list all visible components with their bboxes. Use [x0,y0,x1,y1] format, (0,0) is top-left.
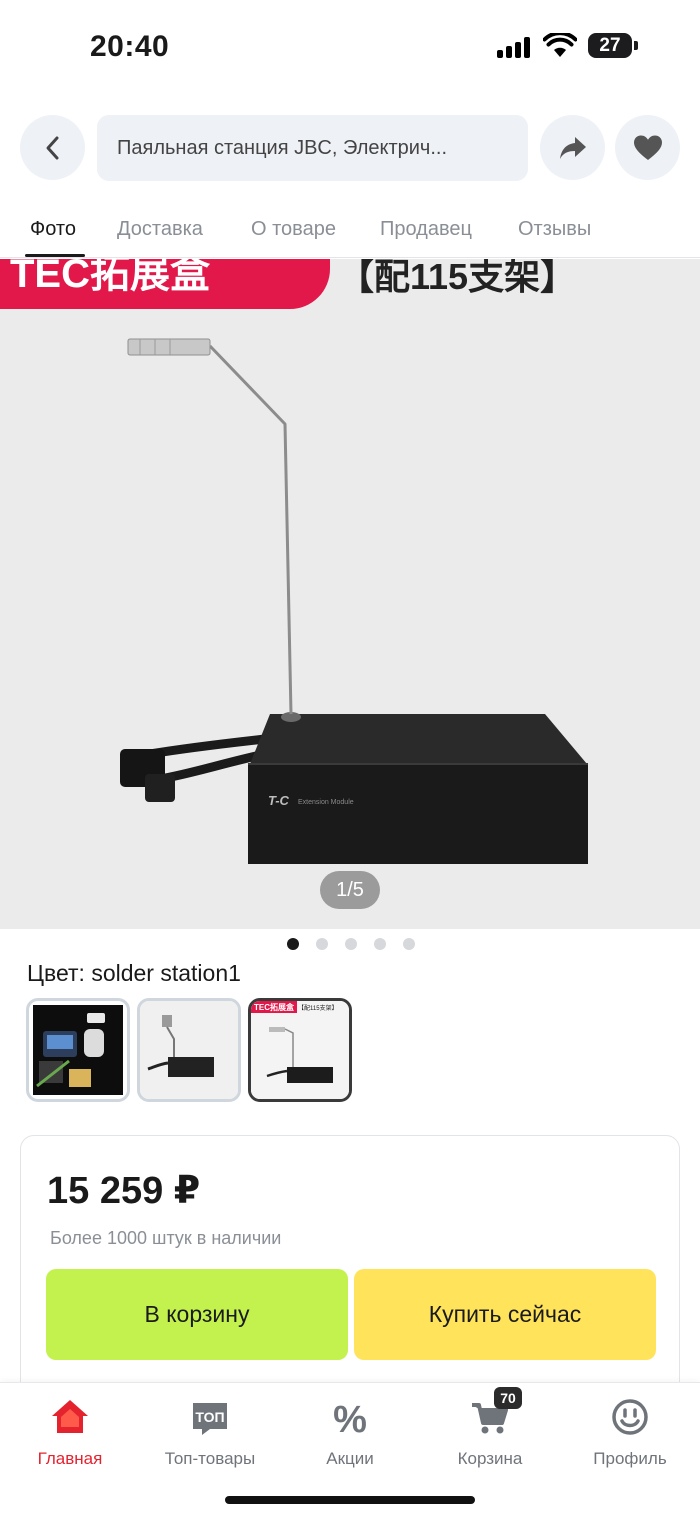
carousel-dot[interactable] [287,938,299,950]
top-nav: Паяльная станция JBC, Электрич... [0,115,700,183]
nav-label: Профиль [593,1449,667,1468]
percent-icon-text: % [333,1399,367,1437]
cart-count-badge: 70 [494,1387,522,1409]
section-tabs: Фото Доставка О товаре Продавец Отзывы [0,210,700,258]
nav-label: Корзина [457,1449,523,1468]
tab-about[interactable]: О товаре [251,218,336,241]
nav-top-products[interactable]: ТОП Топ-товары [140,1397,280,1469]
carousel-dot[interactable] [345,938,357,950]
color-option-2[interactable] [137,998,241,1102]
tab-photo[interactable]: Фото [30,218,76,241]
thumbnail-banner-text: 【配115支架】 [298,1004,338,1012]
brand-mark: T-C [268,793,290,808]
nav-home[interactable]: Главная [0,1397,140,1469]
top-icon: ТОП [190,1397,230,1437]
share-button[interactable] [540,115,605,180]
product-photo: T-C Extension Module [120,338,588,864]
signal-icon [497,36,533,58]
home-icon [50,1397,90,1437]
home-indicator [225,1496,475,1504]
wifi-icon [543,33,577,57]
nav-cart[interactable]: 70 Корзина [420,1387,560,1469]
thumbnail-banner-red: TEC拓展盒 [254,1002,295,1012]
nav-label: Акции [326,1449,374,1468]
nav-label: Главная [37,1449,103,1468]
price-card: 15 259 ₽ Более 1000 штук в наличии В кор… [20,1135,680,1395]
chevron-left-icon [46,136,58,159]
status-time: 20:40 [90,30,170,63]
device-label: Extension Module [298,799,354,806]
color-option-1[interactable] [26,998,130,1102]
carousel-dot[interactable] [403,938,415,950]
buy-now-button[interactable]: Купить сейчас [354,1269,656,1360]
top-icon-text: ТОП [195,1409,224,1425]
carousel-dot[interactable] [374,938,386,950]
product-image-carousel[interactable]: TEC拓展盒 【配115支架】 T-C Extension Module 1/5 [0,259,700,929]
tab-delivery[interactable]: Доставка [117,218,203,241]
thumbnail-image [33,1005,123,1095]
favorite-button[interactable] [615,115,680,180]
battery-indicator: 27 [588,33,632,58]
image-counter: 1/5 [320,871,380,909]
smile-icon [610,1397,650,1437]
active-tab-indicator [25,254,85,257]
nav-profile[interactable]: Профиль [560,1397,700,1469]
heart-icon [633,135,662,160]
back-button[interactable] [20,115,85,180]
carousel-dots [0,937,700,951]
price: 15 259 ₽ [47,1170,201,1212]
battery-cap [634,41,638,50]
nav-promotions[interactable]: % Акции [280,1397,420,1469]
percent-icon: % [330,1397,370,1441]
add-to-cart-button[interactable]: В корзину [46,1269,348,1360]
thumbnail-image: TEC拓展盒 【配115支架】 [251,1001,349,1099]
status-bar: 20:40 27 [0,0,700,95]
share-arrow-icon [559,136,586,159]
color-label: Цвет: solder station1 [27,960,241,986]
thumbnail-image [140,1001,238,1099]
color-option-3[interactable]: TEC拓展盒 【配115支架】 [248,998,352,1102]
cart-icon: 70 [470,1387,522,1437]
nav-label: Топ-товары [164,1449,256,1468]
stock-status: Более 1000 штук в наличии [50,1228,282,1248]
tab-seller[interactable]: Продавец [380,218,472,241]
tab-reviews[interactable]: Отзывы [518,218,591,241]
carousel-dot[interactable] [316,938,328,950]
search-field[interactable]: Паяльная станция JBC, Электрич... [97,115,528,181]
